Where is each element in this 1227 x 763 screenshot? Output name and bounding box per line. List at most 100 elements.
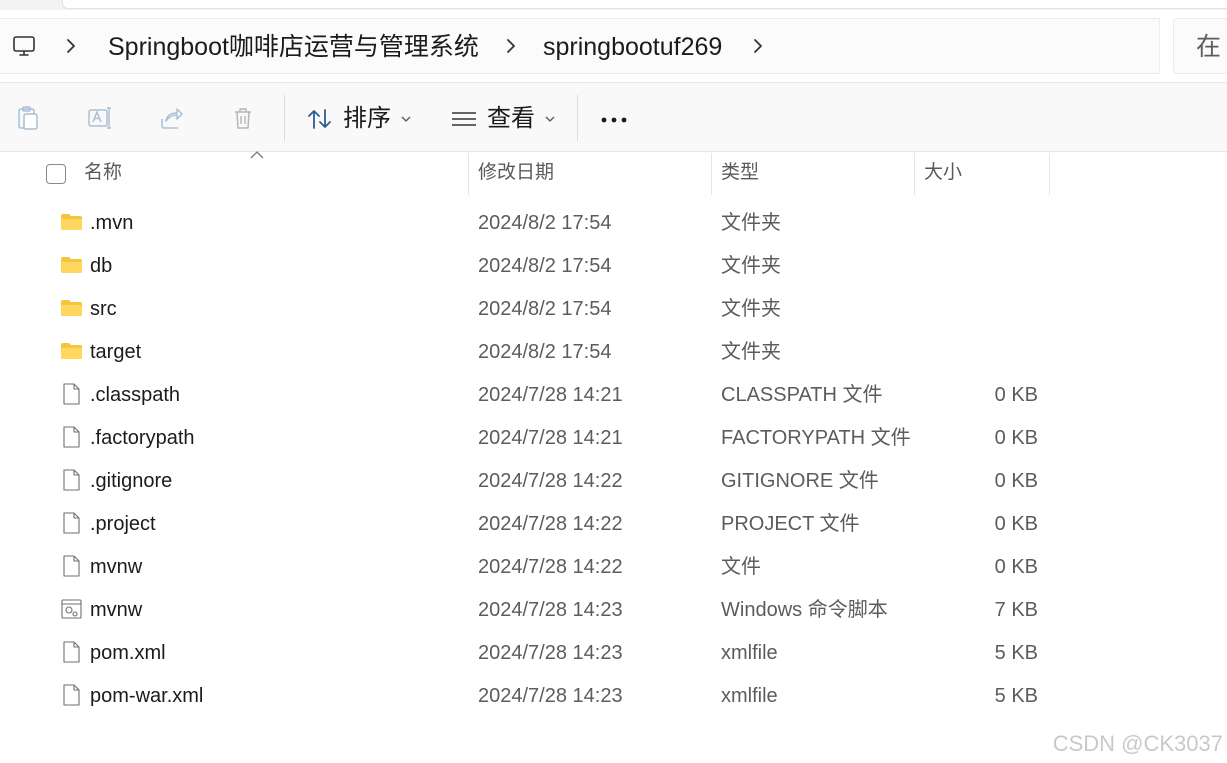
column-header-name[interactable]: 名称	[84, 162, 122, 184]
file-icon	[63, 383, 80, 405]
toolbar-divider	[284, 95, 285, 141]
file-date: 2024/7/28 14:22	[478, 470, 623, 492]
column-header-type[interactable]: 类型	[721, 162, 759, 184]
file-date: 2024/7/28 14:21	[478, 427, 623, 449]
view-button[interactable]: 查看	[451, 105, 555, 133]
toolbar-divider	[577, 95, 578, 141]
file-name: mvnw	[90, 556, 143, 578]
sort-button[interactable]: 排序	[307, 105, 411, 133]
computer-monitor-icon[interactable]	[12, 34, 36, 58]
file-row[interactable]: src 2024/8/2 17:54 文件夹	[0, 287, 1227, 330]
file-name: .factorypath	[90, 427, 195, 449]
file-type: 文件夹	[721, 212, 781, 234]
chevron-right-icon[interactable]	[64, 34, 78, 58]
file-name: target	[90, 341, 142, 363]
file-row[interactable]: .project 2024/7/28 14:22 PROJECT 文件 0 KB	[0, 502, 1227, 545]
file-name: .classpath	[90, 384, 181, 406]
file-type: 文件夹	[721, 255, 781, 277]
file-name: .project	[90, 513, 156, 535]
column-header-date[interactable]: 修改日期	[478, 162, 554, 184]
file-type: Windows 命令脚本	[721, 599, 888, 621]
folder-icon	[61, 257, 82, 273]
column-header-row	[0, 153, 1227, 195]
select-all-checkbox[interactable]	[46, 164, 66, 184]
file-row[interactable]: pom-war.xml 2024/7/28 14:23 xmlfile 5 KB	[0, 674, 1227, 717]
file-type: xmlfile	[721, 642, 778, 664]
file-type: xmlfile	[721, 685, 778, 707]
file-icon	[63, 684, 80, 706]
trash-icon[interactable]	[230, 105, 256, 131]
folder-icon	[61, 214, 82, 230]
file-type: CLASSPATH 文件	[721, 384, 883, 406]
file-size: 5 KB	[994, 685, 1038, 707]
file-icon	[63, 469, 80, 491]
file-name: pom.xml	[90, 642, 166, 664]
file-name: src	[90, 298, 117, 320]
file-date: 2024/8/2 17:54	[478, 298, 612, 320]
file-icon	[63, 512, 80, 534]
file-type: 文件夹	[721, 341, 781, 363]
column-header-size[interactable]: 大小	[924, 162, 962, 184]
file-type: FACTORYPATH 文件	[721, 427, 911, 449]
more-options-icon[interactable]	[600, 117, 628, 123]
folder-icon	[61, 343, 82, 359]
rename-icon[interactable]	[86, 105, 112, 131]
share-icon[interactable]	[158, 105, 184, 131]
tab-edge	[62, 0, 1227, 9]
watermark: CSDN @CK3037	[1052, 731, 1223, 756]
file-name: mvnw	[90, 599, 143, 621]
file-icon	[63, 426, 80, 448]
column-divider[interactable]	[914, 153, 915, 195]
file-size: 5 KB	[994, 642, 1038, 664]
sort-label: 排序	[343, 105, 391, 132]
file-type: 文件夹	[721, 298, 781, 320]
file-name: .mvn	[90, 212, 134, 234]
address-bar[interactable]: Springboot咖啡店运营与管理系统 springbootuf269	[0, 18, 1160, 74]
file-row[interactable]: db 2024/8/2 17:54 文件夹	[0, 244, 1227, 287]
folder-icon	[61, 300, 82, 316]
script-file-icon	[61, 599, 82, 619]
column-divider[interactable]	[711, 153, 712, 195]
file-date: 2024/7/28 14:23	[478, 642, 623, 664]
column-divider[interactable]	[468, 153, 469, 195]
view-label: 查看	[487, 105, 535, 132]
file-row[interactable]: .factorypath 2024/7/28 14:21 FACTORYPATH 文…	[0, 416, 1227, 459]
file-date: 2024/7/28 14:22	[478, 556, 623, 578]
chevron-right-icon[interactable]	[504, 34, 518, 58]
file-date: 2024/8/2 17:54	[478, 212, 612, 234]
file-row[interactable]: .classpath 2024/7/28 14:21 CLASSPATH 文件 0 K…	[0, 373, 1227, 416]
breadcrumb-folder[interactable]: springbootuf269	[543, 33, 722, 61]
file-name: db	[90, 255, 113, 277]
file-date: 2024/8/2 17:54	[478, 255, 612, 277]
file-type: GITIGNORE 文件	[721, 470, 879, 492]
file-row[interactable]: .mvn 2024/8/2 17:54 文件夹	[0, 201, 1227, 244]
file-size: 0 KB	[994, 513, 1038, 535]
file-row[interactable]: mvnw 2024/7/28 14:22 文件 0 KB	[0, 545, 1227, 588]
search-placeholder: 在	[1196, 33, 1222, 61]
chevron-down-icon	[545, 116, 555, 122]
breadcrumb-project[interactable]: Springboot咖啡店运营与管理系统	[108, 33, 479, 61]
file-icon	[63, 555, 80, 577]
view-list-icon	[452, 112, 476, 126]
file-date: 2024/7/28 14:21	[478, 384, 623, 406]
file-icon	[63, 641, 80, 663]
title-bar-strip	[0, 0, 1227, 10]
clipboard-icon[interactable]	[15, 105, 41, 131]
file-name: .gitignore	[90, 470, 173, 492]
file-row[interactable]: pom.xml 2024/7/28 14:23 xmlfile 5 KB	[0, 631, 1227, 674]
file-row[interactable]: target 2024/8/2 17:54 文件夹	[0, 330, 1227, 373]
file-size: 7 KB	[994, 599, 1038, 621]
file-row[interactable]: .gitignore 2024/7/28 14:22 GITIGNORE 文件 0 K…	[0, 459, 1227, 502]
chevron-right-icon[interactable]	[751, 34, 765, 58]
file-name: pom-war.xml	[90, 685, 204, 707]
file-size: 0 KB	[994, 384, 1038, 406]
search-box[interactable]: 在	[1173, 18, 1227, 74]
chevron-down-icon	[401, 116, 411, 122]
file-date: 2024/7/28 14:23	[478, 685, 623, 707]
file-size: 0 KB	[994, 427, 1038, 449]
file-date: 2024/7/28 14:22	[478, 513, 623, 535]
file-row[interactable]: mvnw 2024/7/28 14:23 Windows 命令脚本 7 KB	[0, 588, 1227, 631]
sort-arrows-icon	[308, 109, 331, 129]
file-size: 0 KB	[994, 470, 1038, 492]
column-divider[interactable]	[1049, 153, 1050, 195]
